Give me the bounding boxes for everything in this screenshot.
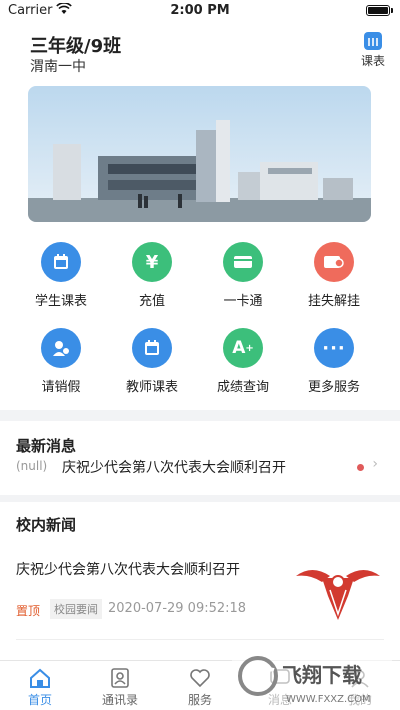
article-thumbnail — [292, 554, 384, 624]
yen-icon: ¥ — [132, 242, 172, 282]
section-title: 最新消息 — [16, 437, 77, 455]
grid-item-label: 教师课表 — [125, 380, 178, 395]
card-lock-icon — [314, 242, 354, 282]
article-date: 2020-07-29 09:52:18 — [108, 601, 247, 616]
news-tag: (null) — [16, 459, 48, 473]
divider — [16, 639, 384, 640]
class-title[interactable]: 三年级/9班 — [30, 32, 121, 58]
calendar-icon — [364, 32, 382, 50]
status-bar: Carrier 2:00 PM — [0, 0, 400, 22]
watermark-text: 飞翔下载 — [282, 663, 362, 687]
calendar-icon — [132, 328, 172, 368]
grid-item-report-loss[interactable]: 挂失解挂 — [289, 242, 379, 309]
grid-item-campus-card[interactable]: 一卡通 — [198, 242, 288, 309]
grid-item-label: 请销假 — [41, 380, 81, 395]
tab-label: 服务 — [187, 693, 212, 707]
tab-home[interactable]: 首页 — [0, 661, 80, 708]
schedule-label: 课表 — [360, 54, 385, 68]
category-badge: 校园要闻 — [50, 599, 102, 619]
tab-label: 首页 — [27, 693, 52, 707]
news-headline: 庆祝少代会第八次代表大会顺利召开 — [62, 460, 286, 476]
leave-icon — [41, 328, 81, 368]
campus-news-section: 校内新闻 庆祝少代会第八次代表大会顺利召开 置顶 校园要闻 2020-07-29… — [0, 502, 400, 660]
more-icon: ··· — [314, 328, 354, 368]
grid-item-teacher-schedule[interactable]: 教师课表 — [107, 328, 197, 395]
campus-banner-image[interactable] — [28, 86, 371, 222]
schedule-button[interactable]: 课表 — [358, 32, 388, 69]
chevron-right-icon: › — [372, 456, 378, 472]
grid-item-leave-request[interactable]: 请销假 — [16, 328, 106, 395]
clock: 2:00 PM — [170, 3, 230, 18]
school-name: 渭南一中 — [30, 59, 86, 75]
unread-dot — [357, 464, 364, 471]
grid-item-label: 挂失解挂 — [307, 294, 360, 309]
grid-item-student-schedule[interactable]: 学生课表 — [16, 242, 106, 309]
tab-label: 通讯录 — [101, 693, 138, 707]
heart-icon — [190, 669, 210, 688]
grade-icon: A + — [223, 328, 263, 368]
grid-item-label: 学生课表 — [34, 294, 87, 309]
watermark-logo: 飞翔下载 WWW.FXXZ.COM — [232, 646, 392, 710]
grid-item-grade-query[interactable]: A + 成绩查询 — [198, 328, 288, 395]
grid-item-label: 一卡通 — [223, 294, 263, 309]
latest-news-section: 最新消息 (null) 庆祝少代会第八次代表大会顺利召开 › — [0, 421, 400, 495]
article-title: 庆祝少代会第八次代表大会顺利召开 — [16, 562, 240, 578]
battery-icon — [366, 5, 393, 16]
home-icon — [30, 668, 50, 688]
grid-item-label: 充值 — [138, 294, 165, 309]
grid-item-label: 成绩查询 — [216, 380, 269, 395]
grid-item-label: 更多服务 — [307, 380, 360, 395]
watermark-url: WWW.FXXZ.COM — [286, 694, 371, 705]
contacts-icon — [111, 668, 129, 688]
pinned-badge: 置顶 — [16, 604, 41, 618]
section-title: 校内新闻 — [16, 516, 77, 534]
grid-item-recharge[interactable]: ¥ 充值 — [107, 242, 197, 309]
grid-item-more-services[interactable]: ··· 更多服务 — [289, 328, 379, 395]
tab-services[interactable]: 服务 — [160, 661, 240, 708]
card-icon — [223, 242, 263, 282]
tab-contacts[interactable]: 通讯录 — [80, 661, 160, 708]
calendar-icon — [41, 242, 81, 282]
